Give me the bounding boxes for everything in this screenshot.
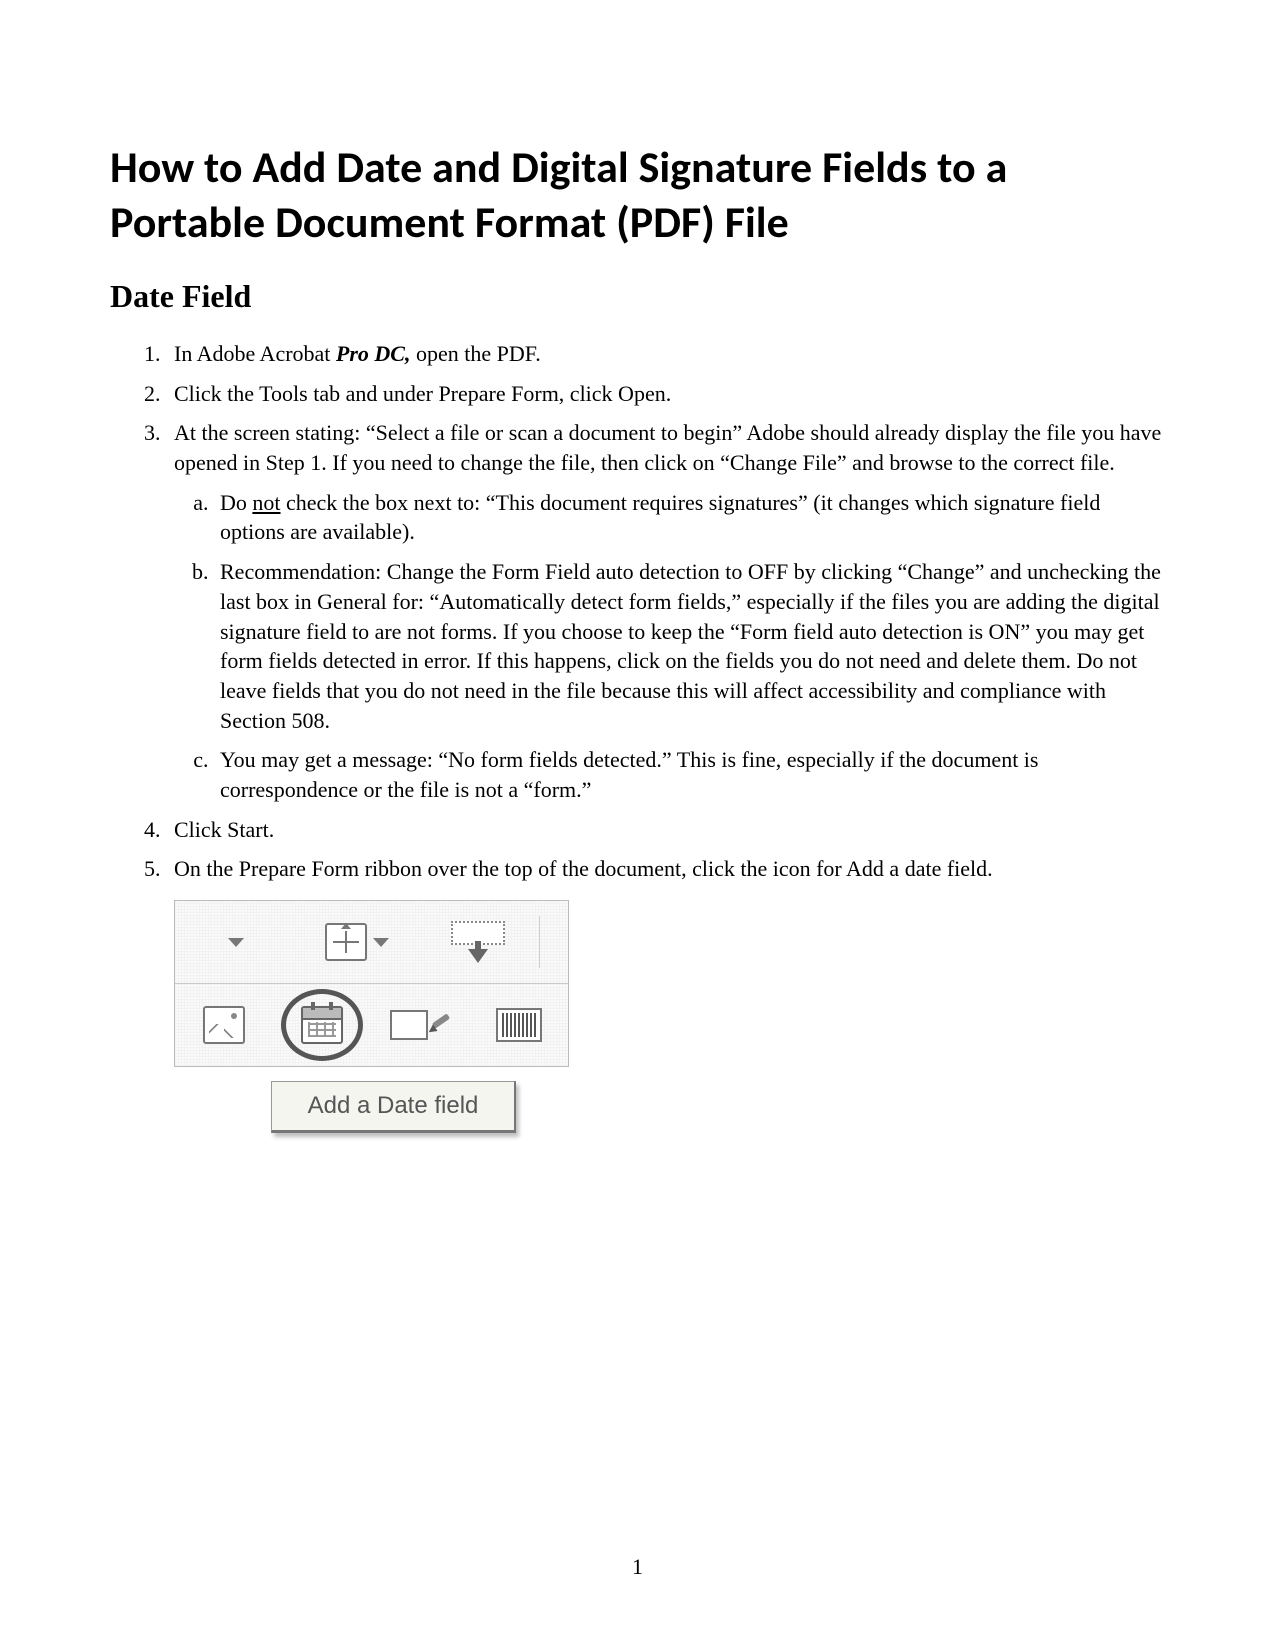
arrow-down-icon: [468, 945, 488, 963]
date-field-icon: [301, 1006, 343, 1044]
add-image-field-button[interactable]: [175, 984, 273, 1066]
step-3-text: At the screen stating: “Select a file or…: [174, 420, 1161, 475]
step-1-text-pre: In Adobe Acrobat: [174, 341, 336, 366]
step-5: On the Prepare Form ribbon over the top …: [166, 854, 1165, 1133]
step-3c: You may get a message: “No form fields d…: [214, 745, 1165, 804]
ribbon-insert-field-dropdown[interactable]: [418, 901, 539, 983]
chevron-down-icon: [228, 938, 244, 947]
page-number: 1: [0, 1554, 1275, 1580]
signature-icon: [390, 1010, 452, 1040]
step-1-product-name: Pro DC,: [336, 341, 411, 366]
step-3a: Do not check the box next to: “This docu…: [214, 488, 1165, 547]
chevron-down-icon: [373, 938, 389, 947]
barcode-icon: [496, 1008, 542, 1042]
add-barcode-field-button[interactable]: [470, 984, 568, 1066]
step-3b: Recommendation: Change the Form Field au…: [214, 557, 1165, 735]
ribbon-move-tool[interactable]: [296, 901, 417, 983]
step-1-text-post: open the PDF.: [410, 341, 540, 366]
ribbon-spacer: [540, 901, 568, 983]
step-3a-pre: Do: [220, 490, 252, 515]
step-5-text: On the Prepare Form ribbon over the top …: [174, 856, 993, 881]
ribbon-row-1: [175, 901, 568, 984]
step-3-sublist: Do not check the box next to: “This docu…: [214, 488, 1165, 805]
step-3a-not: not: [252, 490, 280, 515]
step-4: Click Start.: [166, 815, 1165, 845]
steps-list: In Adobe Acrobat Pro DC, open the PDF. C…: [166, 339, 1165, 1133]
add-signature-field-button[interactable]: [372, 984, 470, 1066]
section-heading-date-field: Date Field: [110, 278, 1165, 315]
calendar-icon: [301, 1006, 343, 1044]
page-title: How to Add Date and Digital Signature Fi…: [110, 140, 1165, 250]
tooltip-add-date-field: Add a Date field: [271, 1081, 516, 1133]
step-3a-post: check the box next to: “This document re…: [220, 490, 1100, 545]
ribbon-rows: [174, 900, 569, 1067]
ribbon-row-2: [175, 984, 568, 1066]
image-icon: [203, 1006, 245, 1044]
ribbon-dropdown-1[interactable]: [175, 901, 296, 983]
step-1: In Adobe Acrobat Pro DC, open the PDF.: [166, 339, 1165, 369]
step-2: Click the Tools tab and under Prepare Fo…: [166, 379, 1165, 409]
move-icon: [325, 923, 367, 961]
add-date-field-button[interactable]: [273, 984, 371, 1066]
step-3: At the screen stating: “Select a file or…: [166, 418, 1165, 804]
prepare-form-ribbon-figure: Add a Date field: [174, 900, 569, 1133]
